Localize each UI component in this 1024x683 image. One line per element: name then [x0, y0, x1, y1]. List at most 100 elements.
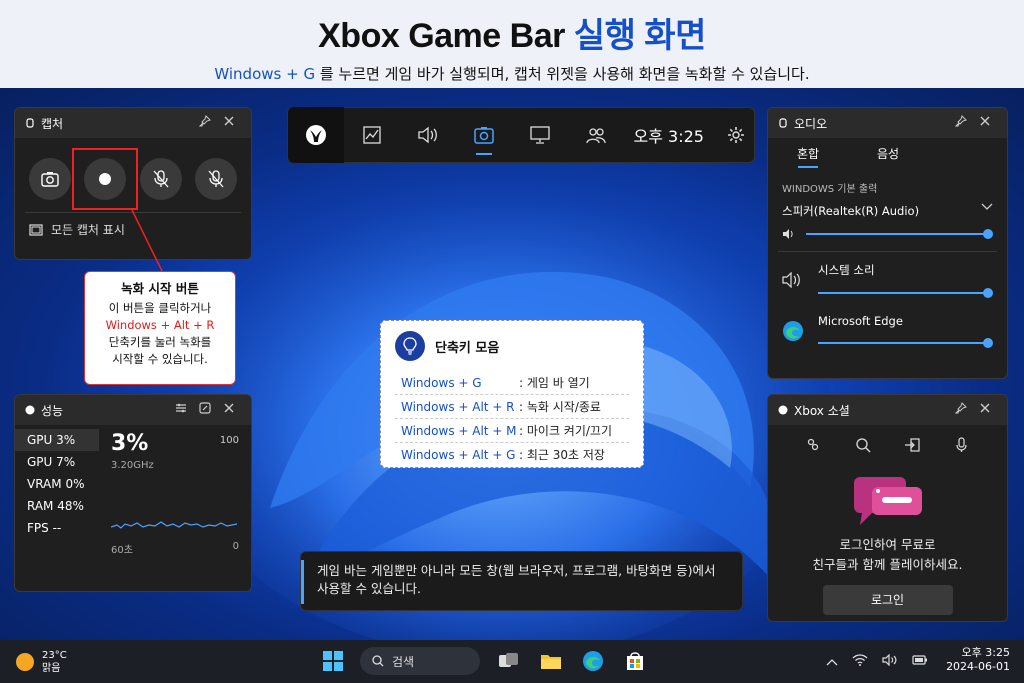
capture-widget: 캡처 모든 캡처 표시 — [14, 107, 252, 260]
slider-track — [806, 233, 988, 235]
share-icon[interactable] — [904, 437, 920, 457]
mic-off-icon — [208, 170, 224, 188]
sun-icon — [16, 652, 34, 671]
social-widget-button[interactable] — [568, 107, 624, 163]
social-widget: Xbox 소셜 로그인하여 무료로 친구들과 함께 플레이하세요. 로그인 — [767, 394, 1008, 622]
close-icon[interactable] — [973, 115, 997, 131]
file-explorer-button[interactable] — [536, 646, 566, 676]
social-message-line1: 로그인하여 무료로 — [839, 537, 936, 552]
page-header: Xbox Game Bar 실행 화면 Windows + G 를 누르면 게임… — [0, 0, 1024, 88]
metric-gpu-1[interactable]: GPU 3% — [15, 429, 99, 451]
taskbar: 23°C 맑음 검색 오후 3:25 2024-06-01 — [0, 640, 1024, 683]
camera-icon — [41, 172, 59, 187]
edge-icon — [583, 651, 603, 671]
edge-icon — [783, 320, 803, 341]
tab-mix[interactable]: 혼합 — [768, 138, 848, 170]
xbox-home-button[interactable] — [288, 107, 344, 163]
slider-knob[interactable] — [983, 288, 993, 298]
windows-icon — [323, 651, 343, 671]
app-microsoft-edge: Microsoft Edge — [768, 300, 1007, 350]
folder-icon — [541, 655, 561, 669]
audio-widget-title: 오디오 — [794, 116, 828, 131]
metric-frequency: 3.20GHz — [111, 460, 154, 471]
slider-track — [818, 342, 988, 344]
tab-voice[interactable]: 음성 — [848, 138, 928, 170]
taskbar-clock[interactable]: 오후 3:25 2024-06-01 — [946, 646, 1010, 674]
audio-widget: 오디오 혼합 음성 WINDOWS 기본 출력 스피커(Realtek(R) A… — [767, 107, 1008, 379]
audio-widget-header: 오디오 — [768, 108, 1007, 138]
capture-widget-header: 캡처 — [15, 108, 251, 138]
metric-gpu-2[interactable]: GPU 7% — [15, 451, 99, 473]
camera-icon — [474, 127, 494, 144]
pin-icon[interactable] — [949, 402, 973, 418]
performance-metric-list: GPU 3% GPU 7% VRAM 0% RAM 48% FPS -- — [15, 425, 99, 556]
record-button-highlight — [72, 148, 139, 210]
output-device-select[interactable]: 스피커(Realtek(R) Audio) — [768, 201, 1007, 219]
options-icon[interactable] — [169, 402, 193, 418]
page-subtitle: Windows + G 를 누르면 게임 바가 실행되며, 캡처 위젯을 사용해… — [214, 65, 810, 83]
record-callout: 녹화 시작 버튼 이 버튼을 클릭하거나 Windows + Alt + R 단… — [84, 271, 236, 385]
output-section-label: WINDOWS 기본 출력 — [782, 184, 878, 195]
mic-off-button[interactable] — [139, 158, 182, 200]
gallery-icon — [29, 223, 43, 236]
metric-ram[interactable]: RAM 48% — [15, 495, 99, 517]
settings-button[interactable] — [718, 126, 754, 144]
speaker-icon — [783, 229, 793, 239]
mic-off-button-2[interactable] — [194, 158, 237, 200]
monitor-widget-button[interactable] — [512, 107, 568, 163]
edge-button[interactable] — [578, 646, 608, 676]
capture-widget-button[interactable] — [456, 107, 512, 163]
login-button[interactable]: 로그인 — [822, 585, 953, 615]
performance-widget-header: 성능 — [15, 395, 251, 425]
wifi-icon[interactable] — [852, 651, 868, 670]
audio-widget-button[interactable] — [400, 107, 456, 163]
search-icon[interactable] — [855, 437, 871, 457]
show-all-captures-link[interactable]: 모든 캡처 표시 — [15, 213, 251, 246]
master-volume-slider[interactable] — [806, 227, 993, 241]
widget-icon — [26, 118, 34, 128]
resize-icon[interactable] — [193, 402, 217, 418]
widget-icon — [779, 118, 787, 128]
pin-icon[interactable] — [949, 115, 973, 131]
slider-knob[interactable] — [983, 229, 993, 239]
taskbar-search[interactable]: 검색 — [360, 647, 480, 675]
performance-widget-button[interactable] — [344, 107, 400, 163]
volume-icon[interactable] — [882, 651, 898, 670]
toolbar-clock: 오후 3:25 — [633, 127, 704, 146]
close-icon[interactable] — [217, 115, 241, 131]
mic-icon[interactable] — [954, 437, 970, 457]
monitor-icon — [530, 126, 550, 144]
mic-off-icon — [153, 170, 169, 188]
speaker-icon — [782, 271, 800, 288]
start-button[interactable] — [318, 646, 348, 676]
shortcut-row: Windows + G : 게임 바 열기 — [401, 375, 590, 391]
slider-knob[interactable] — [983, 338, 993, 348]
search-icon — [372, 655, 384, 667]
metric-fps[interactable]: FPS -- — [15, 517, 99, 539]
weather-widget[interactable]: 23°C 맑음 — [0, 649, 200, 675]
chevron-up-icon[interactable] — [826, 651, 838, 670]
performance-widget: 성능 GPU 3% GPU 7% VRAM 0% RAM 48% FPS -- … — [14, 394, 252, 592]
slider-track — [818, 292, 988, 294]
edge-volume-slider[interactable] — [818, 336, 993, 350]
xbox-icon — [25, 405, 35, 415]
close-icon[interactable] — [973, 402, 997, 418]
chat-illustration — [768, 473, 1007, 529]
system-sound-slider[interactable] — [818, 286, 993, 300]
friends-icon[interactable] — [805, 437, 821, 457]
performance-graph — [110, 521, 238, 529]
battery-icon[interactable] — [912, 651, 928, 670]
pin-icon[interactable] — [193, 115, 217, 131]
metric-max: 100 — [219, 435, 239, 446]
screenshot-button[interactable] — [29, 158, 71, 200]
store-icon — [627, 652, 643, 670]
info-banner: 게임 바는 게임뿐만 아니라 모든 창(웹 브라우저, 프로그램, 바탕화면 등… — [300, 551, 743, 611]
page-title: Xbox Game Bar 실행 화면 — [318, 17, 706, 55]
store-button[interactable] — [620, 646, 650, 676]
chart-icon — [363, 126, 381, 144]
game-bar-toolbar: 오후 3:25 — [287, 107, 755, 163]
metric-vram[interactable]: VRAM 0% — [15, 473, 99, 495]
task-view-button[interactable] — [494, 646, 524, 676]
xbox-icon — [778, 405, 788, 415]
close-icon[interactable] — [217, 402, 241, 418]
